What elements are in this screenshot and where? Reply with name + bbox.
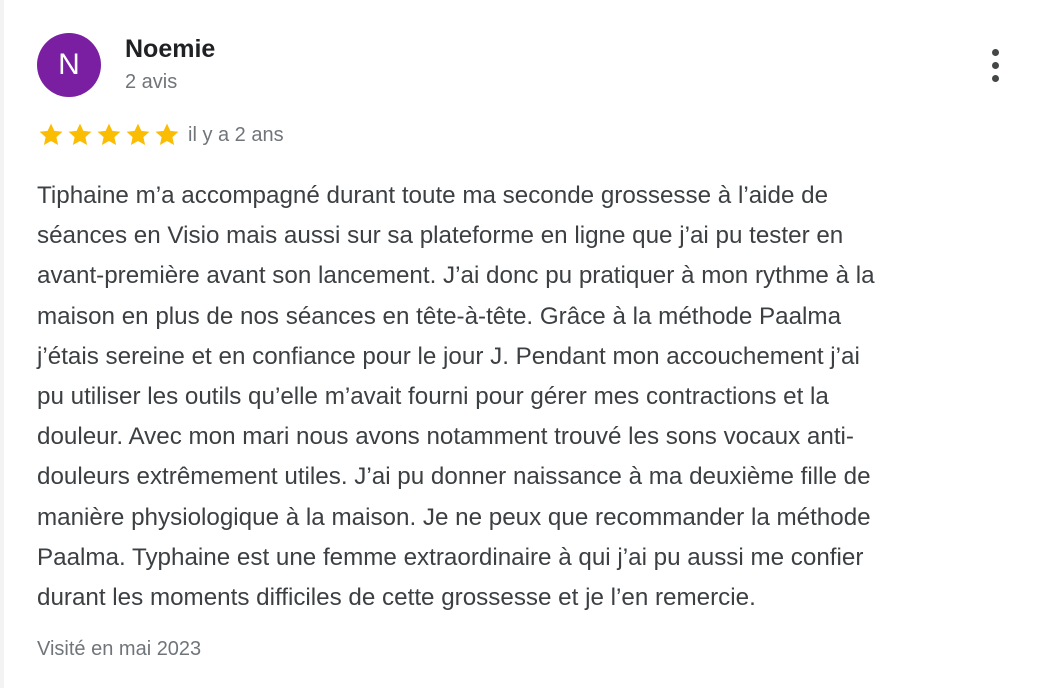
card-left-border [0, 0, 4, 688]
more-options-button[interactable] [976, 42, 1014, 88]
star-icon [39, 123, 63, 146]
more-vert-icon [991, 48, 999, 56]
author-review-count: 2 avis [125, 71, 178, 93]
more-vert-icon-dot [991, 74, 999, 82]
star-icon [155, 123, 179, 146]
more-vert-icon-dot [991, 61, 999, 69]
star-rating [37, 121, 181, 149]
author-name[interactable]: Noemie [125, 35, 215, 64]
star-icon [68, 123, 92, 146]
review-text: Tiphaine m’a accompagné durant toute ma … [37, 182, 875, 612]
avatar[interactable]: N [37, 33, 101, 97]
avatar-initial: N [58, 48, 80, 81]
star-icon [97, 123, 121, 146]
review-date: il y a 2 ans [188, 124, 284, 146]
visit-date: Visité en mai 2023 [37, 638, 202, 660]
star-icon [126, 123, 150, 146]
